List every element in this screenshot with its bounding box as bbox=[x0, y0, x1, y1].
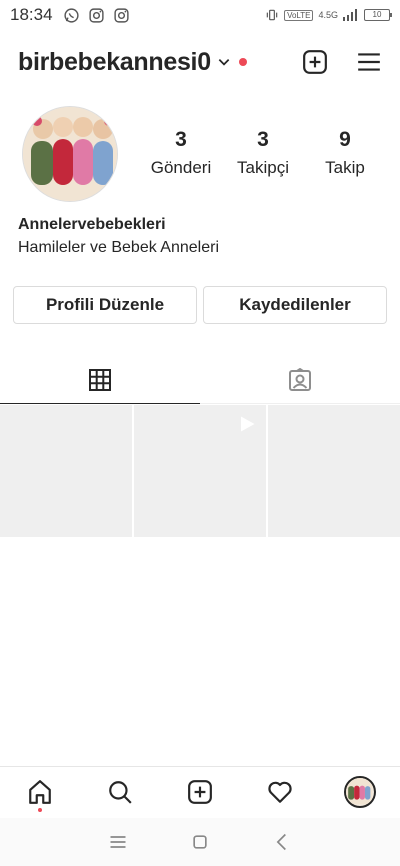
tab-grid[interactable] bbox=[0, 356, 200, 404]
whatsapp-icon bbox=[63, 7, 79, 23]
babies-photo-icon bbox=[23, 107, 117, 201]
edit-profile-button[interactable]: Profili Düzenle bbox=[13, 286, 197, 324]
tab-tagged[interactable] bbox=[200, 356, 400, 403]
stat-count: 9 bbox=[339, 128, 351, 151]
profile-header: birbebekannesi0 bbox=[0, 40, 400, 84]
post-tile[interactable] bbox=[268, 405, 400, 537]
battery-icon: 10 bbox=[364, 9, 392, 21]
status-bar: 18:34 VoLTE 4.5G 10 bbox=[0, 0, 400, 30]
nav-activity[interactable] bbox=[260, 772, 300, 812]
menu-icon[interactable] bbox=[356, 49, 382, 75]
stat-label: Gönderi bbox=[150, 158, 212, 177]
profile-name: Annelervebebekleri bbox=[18, 216, 166, 233]
notification-dot bbox=[38, 807, 42, 812]
stat-followers[interactable]: 3 Takipçi bbox=[222, 128, 304, 178]
username-switcher[interactable]: birbebekannesi0 bbox=[18, 48, 211, 77]
post-tile[interactable] bbox=[0, 405, 132, 537]
stat-posts[interactable]: 3 Gönderi bbox=[140, 128, 222, 178]
profile-avatar[interactable] bbox=[22, 106, 118, 202]
profile-tabs bbox=[0, 356, 400, 404]
stat-count: 3 bbox=[175, 128, 187, 151]
network-type: 4.5G bbox=[318, 10, 338, 20]
notification-dot bbox=[238, 58, 247, 66]
profile-avatar-small bbox=[344, 775, 376, 808]
posts-grid bbox=[0, 405, 400, 537]
nav-search[interactable] bbox=[100, 772, 140, 812]
instagram-icon bbox=[113, 7, 129, 23]
babies-photo-icon bbox=[346, 777, 372, 804]
instagram-icon bbox=[88, 7, 104, 23]
video-play-icon bbox=[241, 416, 255, 432]
nav-home[interactable] bbox=[20, 772, 60, 812]
home-icon bbox=[29, 779, 51, 804]
home-button-icon[interactable] bbox=[190, 832, 210, 852]
status-notification-icons bbox=[63, 7, 130, 24]
nav-new-post[interactable] bbox=[180, 772, 220, 812]
chevron-down-icon[interactable] bbox=[217, 55, 231, 69]
recent-apps-icon[interactable] bbox=[108, 832, 128, 852]
signal-icon bbox=[343, 9, 357, 21]
profile-stats: 3 Gönderi 3 Takipçi 9 Takip bbox=[140, 128, 390, 178]
header-actions bbox=[302, 49, 382, 75]
post-tile[interactable] bbox=[134, 405, 266, 537]
stat-label: Takipçi bbox=[237, 158, 289, 177]
back-icon[interactable] bbox=[272, 832, 292, 852]
saved-button[interactable]: Kaydedilenler bbox=[203, 286, 387, 324]
vibrate-icon bbox=[266, 9, 278, 21]
stat-count: 3 bbox=[257, 128, 269, 151]
add-post-icon bbox=[188, 779, 212, 804]
heart-icon bbox=[268, 781, 292, 803]
nav-profile[interactable] bbox=[340, 772, 380, 812]
volte-badge: VoLTE bbox=[284, 9, 314, 21]
bottom-nav bbox=[0, 766, 400, 816]
status-system-icons: VoLTE 4.5G 10 bbox=[265, 8, 392, 22]
stat-following[interactable]: 9 Takip bbox=[304, 128, 386, 178]
stat-label: Takip bbox=[325, 158, 365, 177]
tagged-person-icon bbox=[289, 367, 311, 391]
new-post-icon[interactable] bbox=[302, 49, 328, 75]
status-time: 18:34 bbox=[10, 5, 53, 24]
profile-bio: Hamileler ve Bebek Anneleri bbox=[18, 239, 219, 256]
system-navigation-bar bbox=[0, 818, 400, 866]
search-icon bbox=[109, 780, 132, 804]
grid-icon bbox=[89, 368, 111, 391]
